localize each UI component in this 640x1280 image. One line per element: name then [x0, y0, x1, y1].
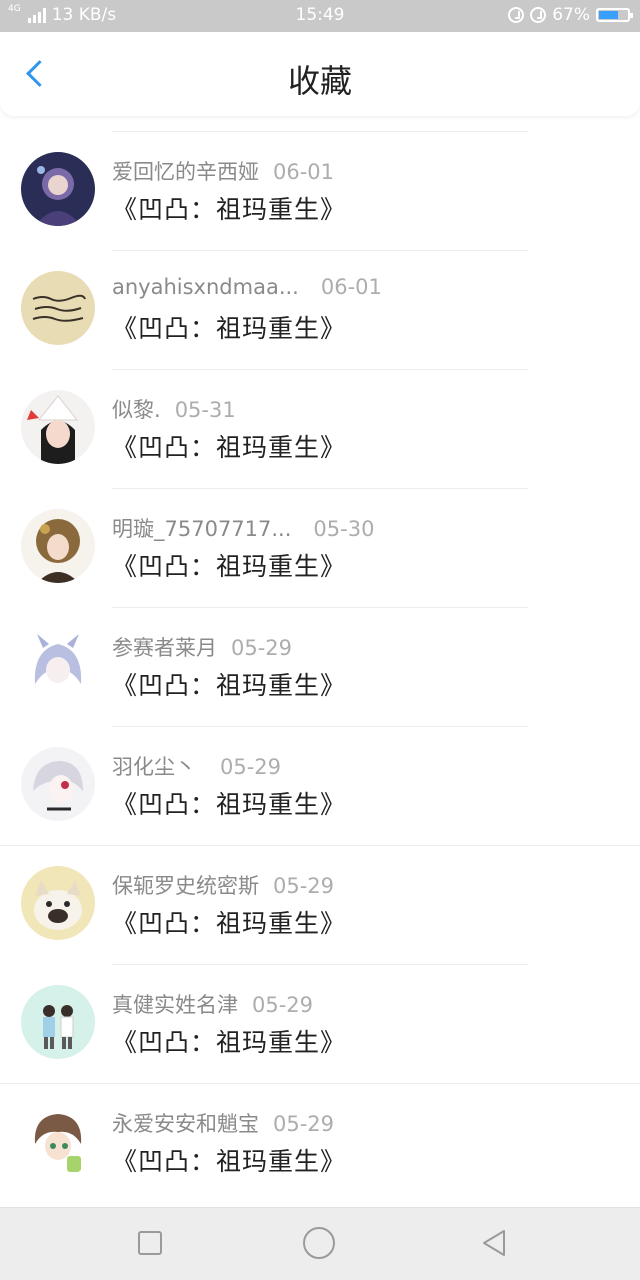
item-user[interactable]: 真健实姓名津: [112, 993, 238, 1017]
item-date: 05-30: [313, 517, 375, 541]
avatar[interactable]: [21, 866, 95, 940]
header: 收藏: [0, 32, 640, 116]
item-title[interactable]: 《凹凸：祖玛重生》: [112, 904, 346, 940]
item-user[interactable]: 永爱安安和魈宝: [112, 1112, 259, 1136]
item-title[interactable]: 《凹凸：祖玛重生》: [112, 547, 346, 583]
item-meta: 参赛者莱月 05-29: [112, 632, 292, 662]
item-meta: 爱回忆的辛西娅 06-01: [112, 156, 334, 186]
item-meta: 真健实姓名津 05-29: [112, 989, 313, 1019]
avatar[interactable]: [21, 271, 95, 345]
item-user[interactable]: 参赛者莱月: [112, 636, 217, 660]
list-item[interactable]: 似黎. 05-31 《凹凸：祖玛重生》: [0, 370, 640, 489]
avatar[interactable]: [21, 1104, 95, 1178]
item-date: 05-31: [174, 398, 236, 422]
list-item[interactable]: 明璇_75707717... 05-30 《凹凸：祖玛重生》: [0, 489, 640, 608]
avatar[interactable]: [21, 985, 95, 1059]
item-user[interactable]: 保轭罗史统密斯: [112, 874, 259, 898]
item-meta: 似黎. 05-31: [112, 394, 236, 424]
item-meta: 保轭罗史统密斯 05-29: [112, 870, 334, 900]
item-date: 05-29: [252, 993, 314, 1017]
battery-percent: 67%: [552, 5, 590, 25]
item-date: 05-29: [273, 874, 335, 898]
page-title: 收藏: [287, 62, 352, 100]
item-date: 06-01: [273, 160, 335, 184]
item-date: 05-29: [220, 755, 282, 779]
item-meta: anyahisxndmaa... 06-01: [112, 275, 382, 299]
item-title[interactable]: 《凹凸：祖玛重生》: [112, 666, 346, 702]
item-date: 06-01: [320, 275, 382, 299]
list-item[interactable]: anyahisxndmaa... 06-01 《凹凸：祖玛重生》: [0, 251, 640, 370]
avatar[interactable]: [21, 509, 95, 583]
navigation-bar: [0, 1207, 640, 1280]
item-meta: 羽化尘丶 05-29: [112, 751, 281, 781]
item-user[interactable]: 明璇_75707717...: [112, 517, 291, 541]
list-item[interactable]: 爱回忆的辛西娅 06-01 《凹凸：祖玛重生》: [0, 132, 640, 251]
status-bar: 4G 13 KB/s 15:49 67%: [0, 0, 640, 32]
avatar[interactable]: [21, 152, 95, 226]
home-button[interactable]: [303, 1227, 335, 1259]
item-title[interactable]: 《凹凸：祖玛重生》: [112, 190, 346, 226]
battery-icon: [596, 8, 633, 22]
item-date: 05-29: [231, 636, 293, 660]
item-title[interactable]: 《凹凸：祖玛重生》: [112, 309, 346, 345]
item-user[interactable]: 爱回忆的辛西娅: [112, 160, 259, 184]
list-item[interactable]: 真健实姓名津 05-29 《凹凸：祖玛重生》: [0, 965, 640, 1084]
item-user[interactable]: 羽化尘丶: [112, 755, 196, 779]
item-title[interactable]: 《凹凸：祖玛重生》: [112, 428, 346, 464]
avatar[interactable]: [21, 747, 95, 821]
back-nav-button[interactable]: [478, 1227, 510, 1259]
list-item[interactable]: 保轭罗史统密斯 05-29 《凹凸：祖玛重生》: [0, 846, 640, 965]
item-title[interactable]: 《凹凸：祖玛重生》: [112, 1023, 346, 1059]
item-user[interactable]: 似黎.: [112, 398, 161, 422]
item-title[interactable]: 《凹凸：祖玛重生》: [112, 785, 346, 821]
list-item[interactable]: 永爱安安和魈宝 05-29 《凹凸：祖玛重生》: [0, 1084, 640, 1203]
item-meta: 明璇_75707717... 05-30: [112, 513, 374, 543]
list-item[interactable]: 羽化尘丶 05-29 《凹凸：祖玛重生》: [0, 727, 640, 846]
status-right: 67%: [508, 5, 633, 25]
rotation-lock-icon: [508, 7, 525, 23]
item-meta: 永爱安安和魈宝 05-29: [112, 1108, 334, 1138]
item-user[interactable]: anyahisxndmaa...: [112, 275, 299, 299]
avatar[interactable]: [21, 390, 95, 464]
item-title[interactable]: 《凹凸：祖玛重生》: [112, 1142, 346, 1178]
recent-apps-button[interactable]: [138, 1231, 162, 1255]
item-date: 05-29: [273, 1112, 335, 1136]
list-item[interactable]: 参赛者莱月 05-29 《凹凸：祖玛重生》: [0, 608, 640, 727]
alarm-icon: [530, 7, 547, 23]
avatar[interactable]: [21, 628, 95, 702]
